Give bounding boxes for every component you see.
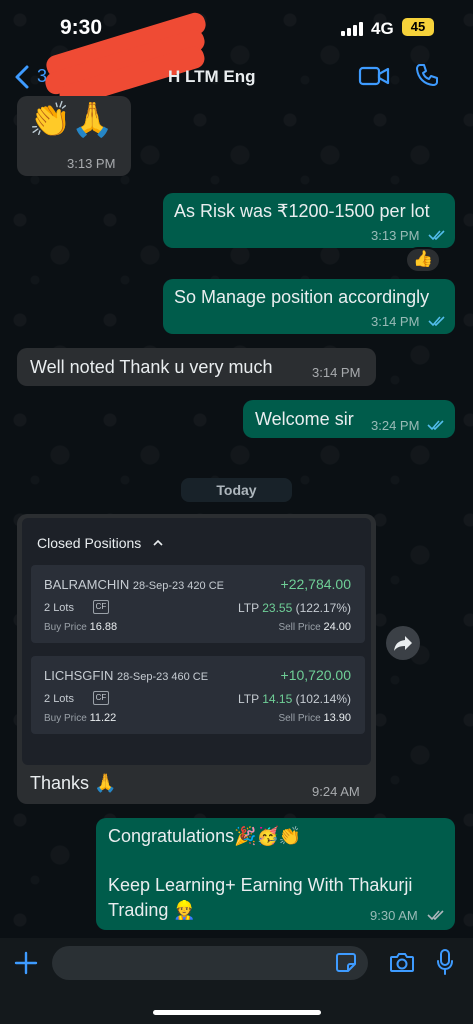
read-ticks-icon xyxy=(427,420,444,431)
closed-positions-title: Closed Positions xyxy=(37,535,142,551)
message-bubble-incoming[interactable]: 👏🙏 3:13 PM xyxy=(17,96,131,176)
read-ticks-icon xyxy=(428,230,445,241)
contact-name[interactable]: H LTM Eng xyxy=(168,67,256,87)
message-text: Welcome sir xyxy=(255,409,354,429)
message-text-line2: Keep Learning+ Earning With Thakurji xyxy=(108,875,413,895)
mic-icon[interactable] xyxy=(436,949,454,975)
position-symbol: LICHSGFIN 28-Sep-23 460 CE xyxy=(44,668,209,683)
message-text: As Risk was ₹1200-1500 per lot xyxy=(174,201,430,221)
position-lots: 2 Lots xyxy=(44,602,74,614)
message-bubble-outgoing[interactable]: Congratulations🎉🥳👏 Keep Learning+ Earnin… xyxy=(96,818,455,930)
message-input-bar xyxy=(0,938,473,1024)
signal-icon xyxy=(341,22,363,36)
message-time: 9:24 AM xyxy=(312,784,360,799)
message-time: 3:13 PM xyxy=(371,228,420,243)
message-text: Congratulations🎉🥳👏 xyxy=(108,826,302,846)
sticker-icon[interactable] xyxy=(335,951,357,973)
message-time: 3:14 PM xyxy=(312,365,361,380)
message-bubble-outgoing[interactable]: So Manage position accordingly 3:14 PM xyxy=(163,279,455,334)
message-time: 3:14 PM xyxy=(371,314,420,329)
message-text: 👏🙏 xyxy=(29,101,114,139)
position-ltp: LTP 14.15 (102.14%) xyxy=(238,692,351,706)
back-icon[interactable] xyxy=(12,64,34,90)
position-symbol: BALRAMCHIN 28-Sep-23 420 CE xyxy=(44,577,224,592)
position-sell-price: Sell Price 13.90 xyxy=(278,712,351,724)
message-text: Well noted Thank u very much xyxy=(30,357,273,377)
position-lots: 2 Lots xyxy=(44,693,74,705)
home-indicator xyxy=(153,1010,321,1015)
message-input[interactable] xyxy=(52,946,368,980)
forward-button[interactable] xyxy=(386,626,420,660)
cf-badge: CF xyxy=(93,600,109,614)
phone-icon[interactable] xyxy=(414,62,440,88)
message-time: 3:24 PM xyxy=(371,418,420,433)
message-bubble-outgoing[interactable]: As Risk was ₹1200-1500 per lot 3:13 PM xyxy=(163,193,455,248)
message-text-line3: Trading 👷 xyxy=(108,900,196,920)
position-ltp: LTP 23.55 (122.17%) xyxy=(238,601,351,615)
message-bubble-incoming[interactable]: Well noted Thank u very much 3:14 PM xyxy=(17,348,376,386)
network-type: 4G xyxy=(371,19,394,38)
position-sell-price: Sell Price 24.00 xyxy=(278,621,351,633)
reaction-badge[interactable]: 👍 xyxy=(405,247,441,273)
forward-icon xyxy=(394,636,412,651)
delivered-ticks-icon xyxy=(427,910,444,921)
chat-header: 3 H LTM Eng xyxy=(0,10,473,109)
read-ticks-icon xyxy=(428,316,445,327)
message-text: So Manage position accordingly xyxy=(174,287,430,307)
day-separator: Today xyxy=(181,478,292,502)
message-time: 3:13 PM xyxy=(67,156,116,171)
cf-badge: CF xyxy=(93,691,109,705)
position-pnl: +22,784.00 xyxy=(280,576,351,592)
video-call-icon[interactable] xyxy=(358,64,390,88)
message-time: 9:30 AM xyxy=(370,908,418,923)
position-row: BALRAMCHIN 28-Sep-23 420 CE +22,784.00 2… xyxy=(31,565,365,643)
plus-icon[interactable] xyxy=(14,951,38,975)
position-row: LICHSGFIN 28-Sep-23 460 CE +10,720.00 2 … xyxy=(31,656,365,734)
position-pnl: +10,720.00 xyxy=(280,667,351,683)
position-buy-price: Buy Price 11.22 xyxy=(44,712,117,724)
message-text: Thanks 🙏 xyxy=(30,773,117,793)
chevron-up-icon xyxy=(153,539,163,546)
closed-positions-card[interactable]: Closed Positions BALRAMCHIN 28-Sep-23 42… xyxy=(22,518,371,765)
position-buy-price: Buy Price 16.88 xyxy=(44,621,118,633)
message-bubble-outgoing[interactable]: Welcome sir 3:24 PM xyxy=(243,400,455,438)
battery-icon: 45 xyxy=(402,18,434,36)
camera-icon[interactable] xyxy=(389,951,415,973)
